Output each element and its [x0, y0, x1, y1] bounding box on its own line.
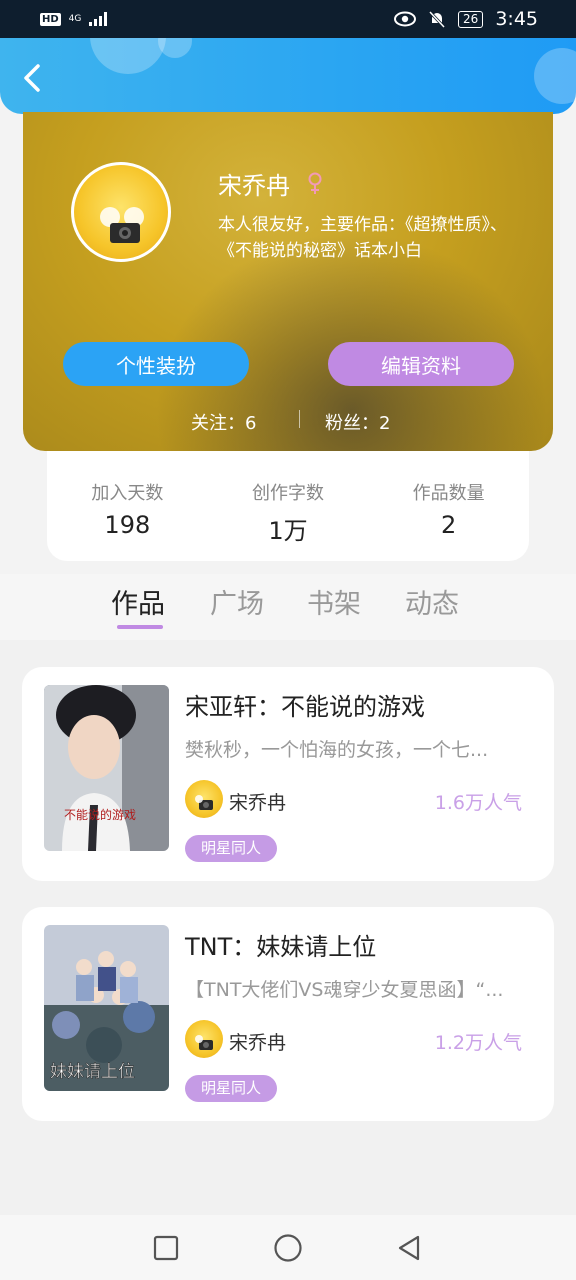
popularity: 1.6万人气: [434, 792, 522, 814]
stat-label: 作品数量: [412, 483, 485, 504]
author-avatar: [185, 780, 223, 818]
profile-card: 宋乔冉 本人很友好，主要作品：《超撩性质》、《不能说的秘密》话本小白 个性装扮 …: [23, 112, 553, 451]
work-description: 【TNT大佬们VS魂穿少女夏思函】“...: [185, 979, 504, 1001]
eye-icon: [394, 11, 417, 27]
stat-join-days: 加入天数 198: [62, 479, 192, 539]
stat-value: 198: [104, 511, 151, 539]
followers-count[interactable]: 粉丝：2: [325, 409, 390, 435]
work-card[interactable]: 不能说的游戏 宋亚轩：不能说的游戏 樊秋秒，一个怕海的女孩，一个七... 宋乔冉…: [22, 667, 554, 881]
top-header: [0, 38, 576, 114]
profile-name: 宋乔冉: [218, 172, 290, 200]
author-name: 宋乔冉: [229, 792, 287, 814]
popularity: 1.2万人气: [434, 1032, 522, 1054]
status-bar: HD 4G 26 3:45: [0, 0, 576, 38]
author-camera-icon: [195, 795, 213, 810]
tab-bar: 作品 广场 书架 动态: [0, 574, 576, 640]
recent-apps-button[interactable]: [149, 1231, 183, 1265]
work-card[interactable]: 妹妹请上位 TNT：妹妹请上位 【TNT大佬们VS魂穿少女夏思函】“... 宋乔…: [22, 907, 554, 1121]
battery-indicator: 26: [458, 10, 484, 28]
clock: 3:45: [495, 8, 538, 30]
tab-works[interactable]: 作品: [111, 582, 165, 621]
book-cover: 妹妹请上位: [44, 925, 169, 1091]
circle-icon: [274, 1233, 302, 1262]
cover-title-text: 不能说的游戏: [64, 807, 136, 822]
square-icon: [153, 1235, 179, 1260]
mute-bell-icon: [428, 10, 446, 28]
avatar-camera-icon: [100, 207, 144, 243]
author-avatar: [185, 1020, 223, 1058]
cover-portrait-image: 不能说的游戏: [44, 685, 169, 851]
edit-profile-button[interactable]: 编辑资料: [328, 342, 514, 386]
stat-value: 1万: [268, 517, 308, 545]
tab-bookshelf[interactable]: 书架: [307, 582, 361, 621]
stat-value: 2: [441, 511, 457, 539]
author-name: 宋乔冉: [229, 1032, 287, 1054]
decor-bubble: [158, 38, 192, 58]
chevron-left-icon: [24, 64, 40, 92]
nav-back-button[interactable]: [393, 1231, 427, 1265]
stat-label: 创作字数: [251, 483, 324, 504]
system-nav-bar: [0, 1215, 576, 1280]
stats-panel: 加入天数 198 创作字数 1万 作品数量 2: [47, 451, 529, 561]
follow-divider: [299, 410, 300, 428]
triangle-back-icon: [398, 1235, 420, 1260]
hd-badge: HD: [40, 12, 61, 26]
back-button[interactable]: [18, 62, 50, 94]
genre-tag[interactable]: 明星同人: [185, 835, 278, 862]
author-camera-icon: [195, 1035, 213, 1050]
cover-group-image: 妹妹请上位: [44, 925, 169, 1091]
tab-dynamics[interactable]: 动态: [405, 582, 459, 621]
tab-active-indicator: [117, 625, 163, 629]
home-button[interactable]: [271, 1231, 305, 1265]
stat-works-count: 作品数量 2: [384, 479, 514, 539]
female-icon: [308, 172, 322, 194]
tab-plaza[interactable]: 广场: [210, 582, 264, 621]
profile-bio: 本人很友好，主要作品：《超撩性质》、《不能说的秘密》话本小白: [218, 215, 507, 261]
decor-bubble: [90, 38, 166, 74]
network-type: 4G: [68, 14, 82, 24]
stat-label: 加入天数: [91, 483, 164, 504]
signal-icon: [89, 12, 108, 26]
works-list: 不能说的游戏 宋亚轩：不能说的游戏 樊秋秒，一个怕海的女孩，一个七... 宋乔冉…: [0, 640, 576, 1215]
work-description: 樊秋秒，一个怕海的女孩，一个七...: [185, 739, 489, 761]
avatar[interactable]: [71, 162, 171, 262]
stat-word-count: 创作字数 1万: [223, 479, 353, 546]
genre-tag[interactable]: 明星同人: [185, 1075, 278, 1102]
personal-dress-button[interactable]: 个性装扮: [63, 342, 249, 386]
book-cover: 不能说的游戏: [44, 685, 169, 851]
profile-name-row: 宋乔冉: [218, 166, 324, 201]
following-count[interactable]: 关注：6: [191, 409, 256, 435]
work-title: TNT：妹妹请上位: [185, 933, 377, 961]
decor-bubble: [534, 48, 576, 104]
work-title: 宋亚轩：不能说的游戏: [185, 693, 425, 721]
cover-title-text: 妹妹请上位: [50, 1062, 135, 1082]
